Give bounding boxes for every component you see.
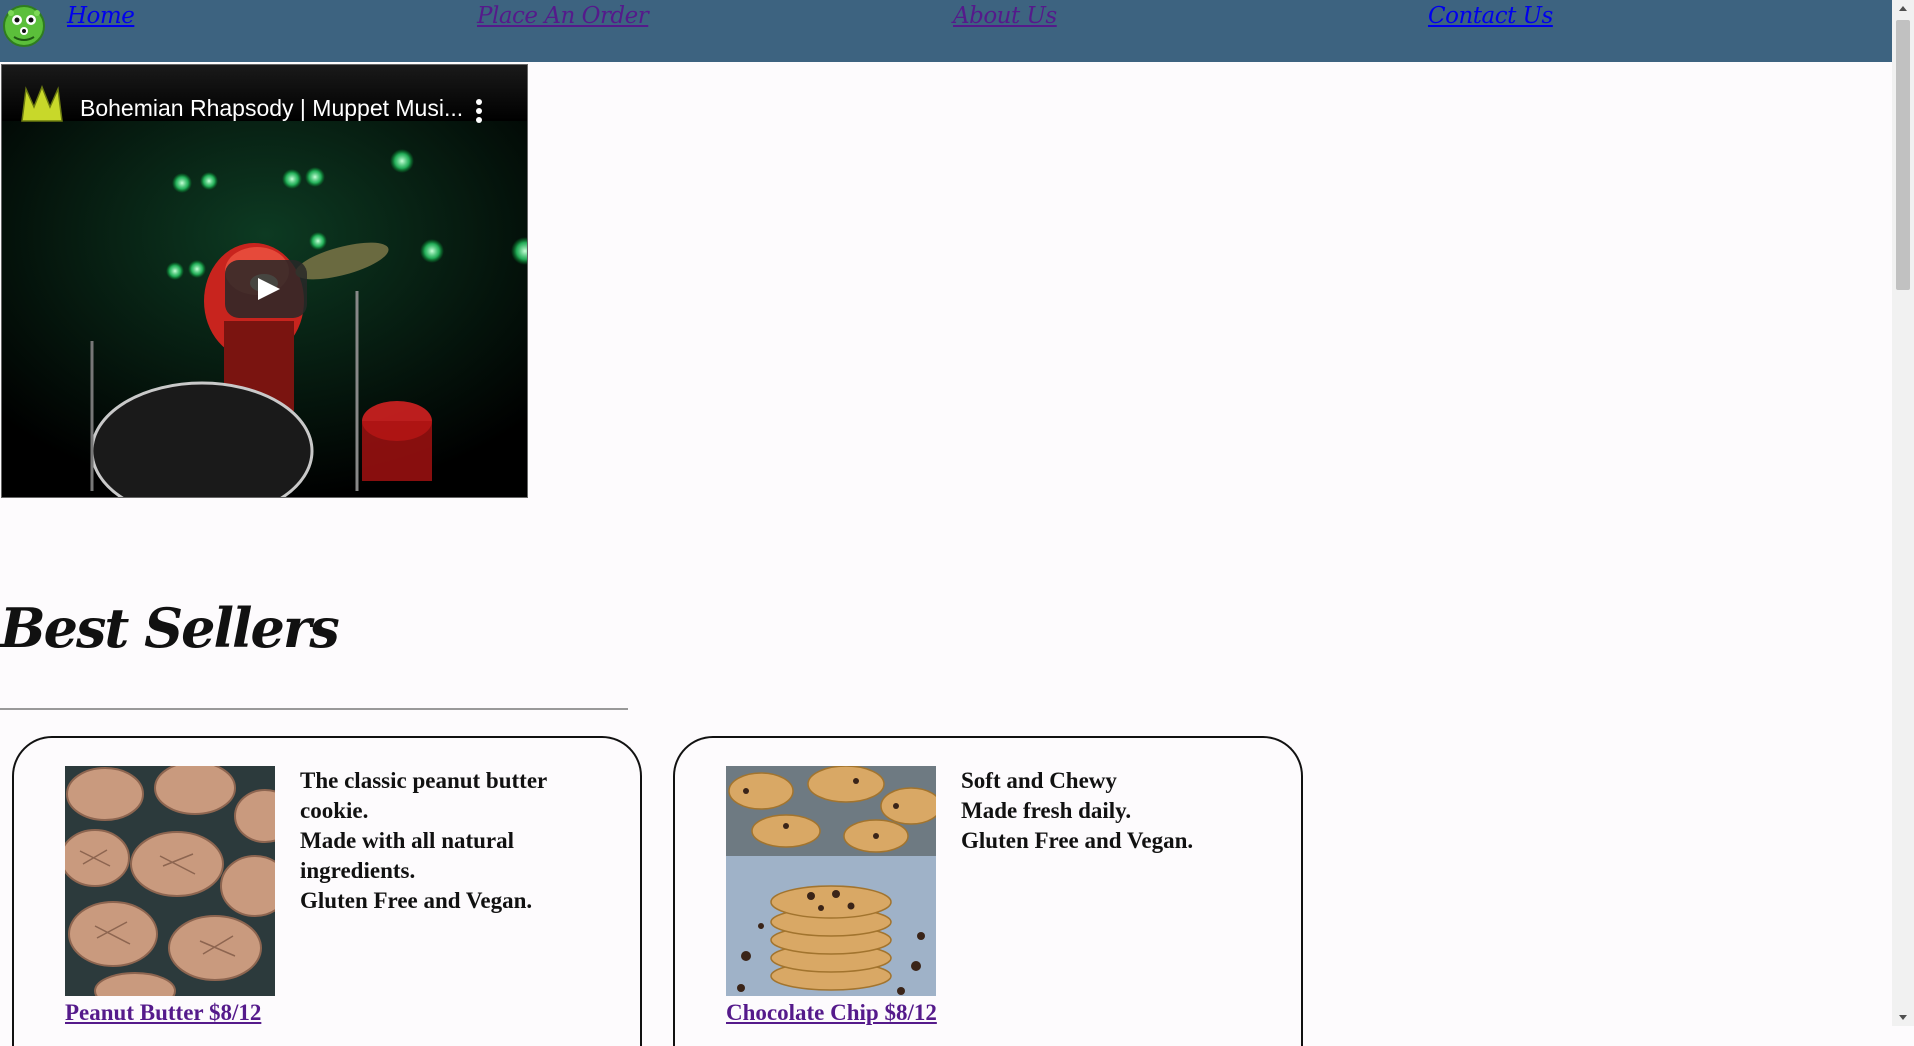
nav-contact-link[interactable]: Contact Us — [1428, 3, 1553, 29]
description-line: Soft and Chewy — [961, 768, 1117, 793]
description-line: Gluten Free and Vegan. — [961, 828, 1194, 853]
peanut-butter-product-link[interactable]: Peanut Butter $8/12 — [65, 1000, 261, 1026]
page-scrollbar[interactable] — [1892, 0, 1914, 1026]
scroll-down-arrow-icon[interactable] — [1892, 1008, 1914, 1026]
section-divider — [0, 708, 628, 710]
play-icon — [258, 278, 280, 300]
peanut-butter-description: The classic peanut butter cookie. Made w… — [300, 766, 600, 916]
scrollbar-thumb[interactable] — [1896, 20, 1910, 290]
description-line: Gluten Free and Vegan. — [300, 888, 533, 913]
embedded-video-player[interactable]: Bohemian Rhapsody | Muppet Musi... — [1, 64, 528, 498]
chocolate-chip-description: Soft and Chewy Made fresh daily. Gluten … — [961, 766, 1261, 856]
green-monster-logo-icon[interactable] — [2, 4, 46, 48]
video-title[interactable]: Bohemian Rhapsody | Muppet Musi... — [80, 95, 463, 122]
scroll-up-arrow-icon[interactable] — [1892, 0, 1914, 18]
muppets-channel-icon[interactable] — [20, 84, 64, 122]
peanut-butter-cookie-image — [65, 766, 275, 996]
product-card-chocolate-chip: Soft and Chewy Made fresh daily. Gluten … — [673, 736, 1303, 1046]
nav-about-link[interactable]: About Us — [953, 3, 1057, 29]
nav-order-link[interactable]: Place An Order — [477, 3, 649, 29]
section-heading-best-sellers: Best Sellers — [0, 596, 340, 660]
top-navbar: Home Place An Order About Us Contact Us — [0, 0, 1892, 62]
description-line: Made with all natural ingredients. — [300, 828, 515, 883]
description-line: The classic peanut butter cookie. — [300, 768, 547, 823]
description-line: Made fresh daily. — [961, 798, 1132, 823]
play-button[interactable] — [225, 260, 307, 318]
nav-home-link[interactable]: Home — [67, 3, 135, 29]
chocolate-chip-product-link[interactable]: Chocolate Chip $8/12 — [726, 1000, 937, 1026]
chocolate-chip-cookie-image — [726, 766, 936, 996]
product-card-peanut-butter: The classic peanut butter cookie. Made w… — [12, 736, 642, 1046]
more-vert-icon[interactable] — [474, 97, 484, 127]
